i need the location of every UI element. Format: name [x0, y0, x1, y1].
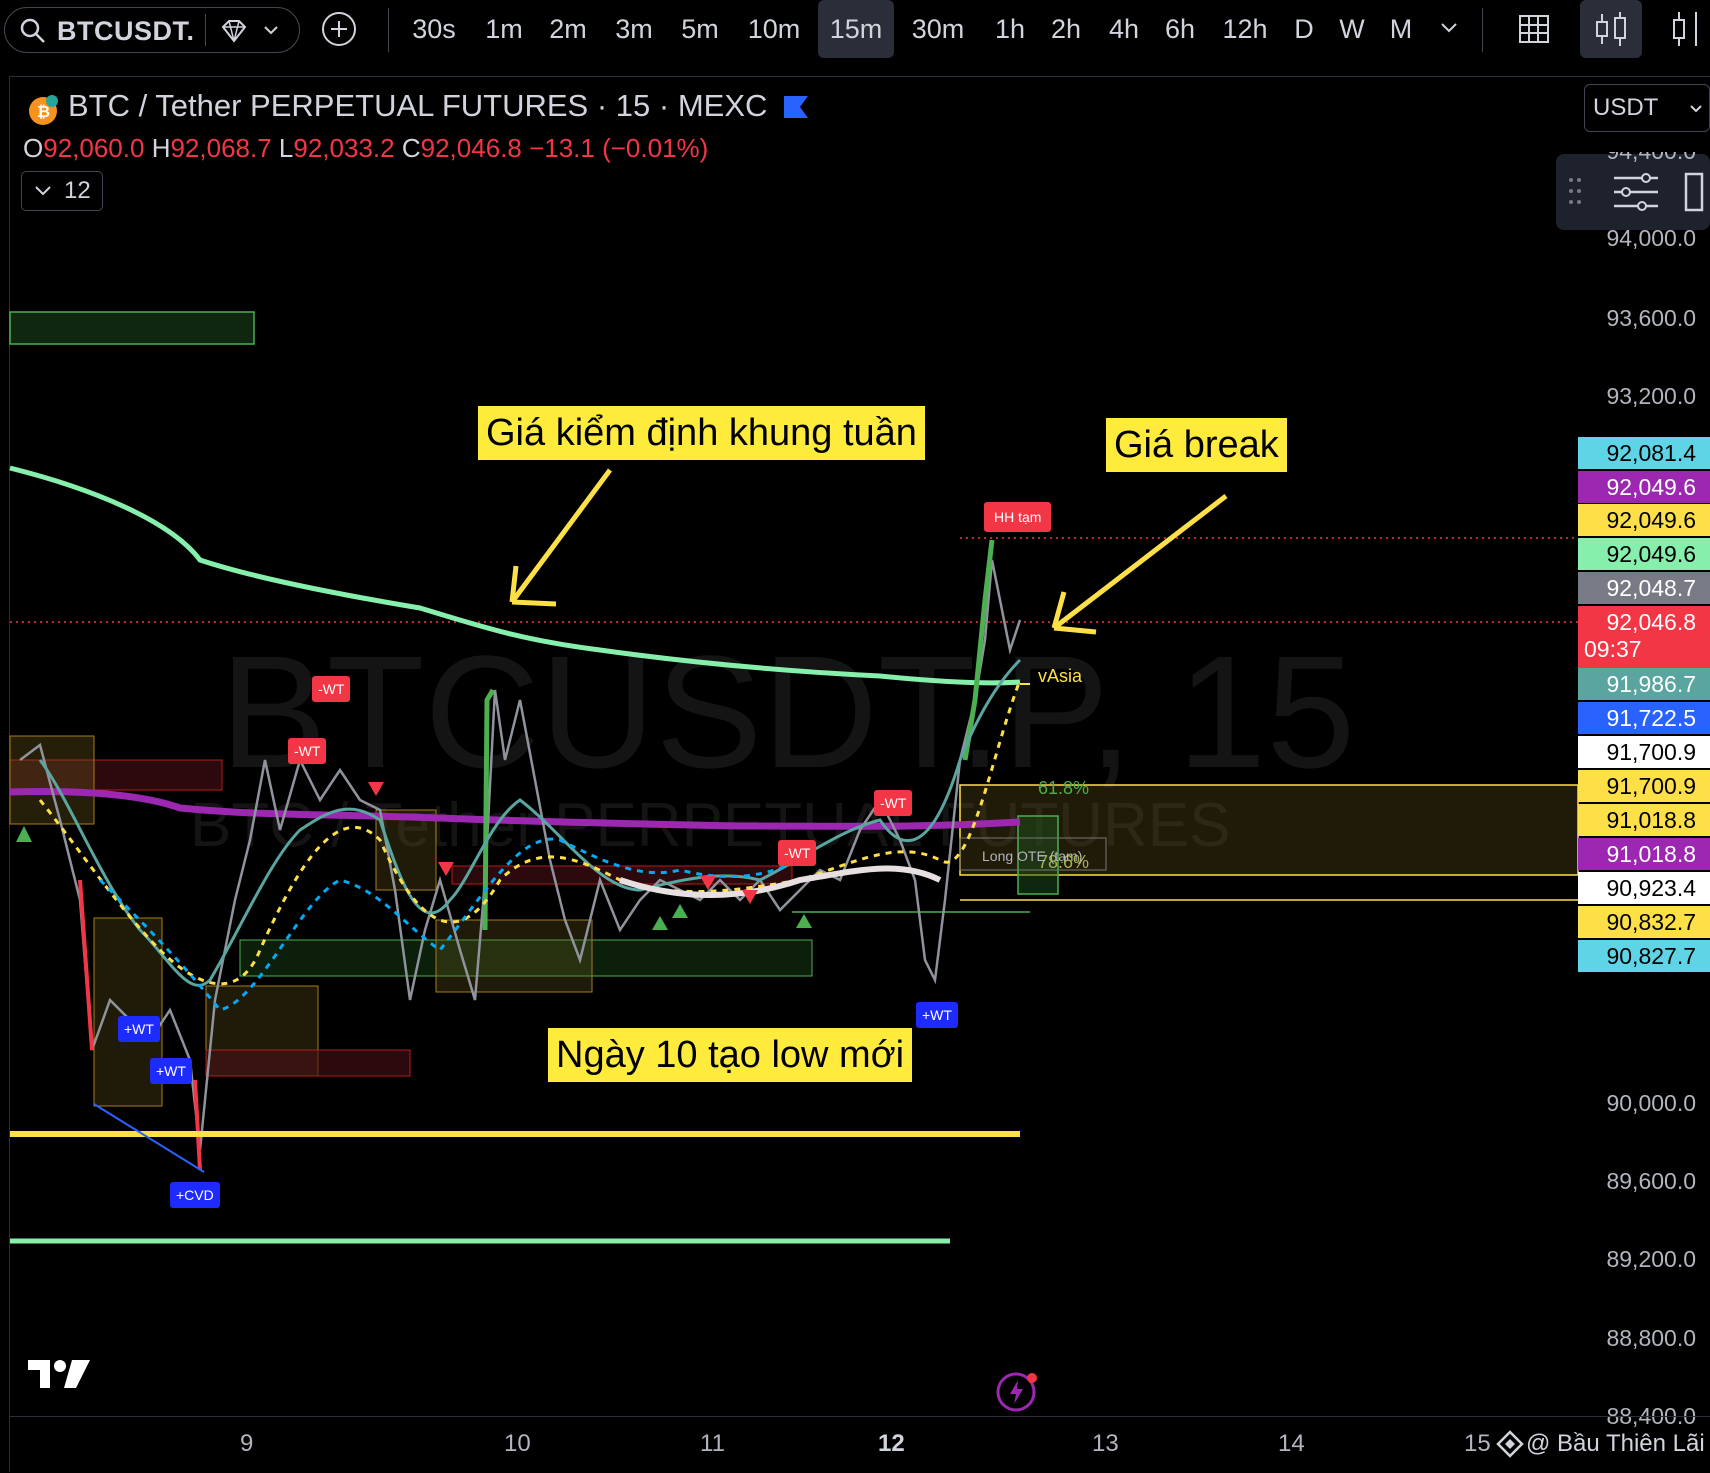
price-axis-label: 93,200.0 — [1606, 383, 1696, 409]
price-tag: 91,700.9 — [1578, 770, 1710, 802]
indicators-toggle-button[interactable]: 12 — [21, 171, 103, 211]
time-axis-label: 9 — [240, 1430, 254, 1457]
price-tag: 92,048.7 — [1578, 572, 1710, 604]
price-tag: 91,018.8 — [1578, 838, 1710, 870]
price-tag: 91,722.5 — [1578, 702, 1710, 734]
buy-triangle — [672, 904, 688, 918]
price-chart[interactable] — [0, 0, 1710, 1472]
countdown-label: 09:37 — [1584, 636, 1642, 662]
buy-triangle — [16, 826, 32, 842]
price-tag: 92,049.6 — [1578, 471, 1710, 503]
hh-label: HH tạm — [984, 502, 1052, 532]
time-axis-label: 12 — [878, 1430, 905, 1457]
binance-logo-icon — [1496, 1430, 1524, 1458]
high-value: 92,068.7 — [170, 133, 272, 163]
plus-wt-label: +WT — [118, 1016, 160, 1042]
price-axis-label: 90,000.0 — [1606, 1090, 1696, 1116]
long-ote-label: Long OTE (tạm) — [982, 848, 1083, 864]
price-tag: 92,081.4 — [1578, 437, 1710, 469]
sell-triangle — [368, 782, 384, 796]
buy-triangle — [796, 914, 812, 928]
chart-title: BTC / Tether PERPETUAL FUTURES · 15 · ME… — [68, 88, 768, 123]
plus-wt-label: +WT — [916, 1002, 958, 1028]
svg-text:₿: ₿ — [37, 103, 50, 121]
open-label: O — [23, 133, 44, 163]
open-value: 92,060.0 — [43, 133, 145, 163]
low-label: L — [278, 133, 294, 163]
close-label: C — [401, 133, 421, 163]
plus-cvd-label: +CVD — [170, 1182, 220, 1208]
time-axis-label: 10 — [504, 1430, 531, 1457]
bitcoin-logo-icon: ₿ — [29, 95, 58, 125]
price-axis-label: 93,600.0 — [1606, 305, 1696, 331]
trend-line — [93, 1103, 205, 1173]
price-axis-label: 89,600.0 — [1606, 1168, 1696, 1194]
time-axis-label: 14 — [1278, 1430, 1305, 1457]
flag-icon[interactable] — [782, 94, 810, 120]
chevron-down-icon — [35, 186, 51, 196]
price-tag: 90,832.7 — [1578, 906, 1710, 938]
change-value: −13.1 (−0.01%) — [529, 133, 709, 163]
plus-wt-label: +WT — [150, 1058, 192, 1084]
minus-wt-label: -WT — [312, 676, 351, 702]
price-tag: 90,827.7 — [1578, 940, 1710, 972]
annotation-arrow — [509, 468, 613, 604]
price-axis-label: 94,000.0 — [1606, 225, 1696, 251]
minus-wt-label: -WT — [874, 790, 913, 816]
lightning-icon[interactable] — [996, 1370, 1040, 1414]
buy-triangle — [652, 916, 668, 930]
price-tag: 91,986.7 — [1578, 668, 1710, 700]
annotation-weekly-test: Giá kiểm định khung tuần — [478, 406, 925, 460]
price-tag: 91,700.9 — [1578, 736, 1710, 768]
price-tag: 92,049.6 — [1578, 538, 1710, 570]
low-value: 92,033.2 — [293, 133, 395, 163]
indicators-count: 12 — [64, 177, 91, 204]
vwap-line — [9, 788, 1021, 830]
price-path-bull — [962, 539, 995, 761]
close-value: 92,046.8 — [420, 133, 522, 163]
annotation-break: Giá break — [1106, 418, 1287, 472]
price-axis-label: 89,200.0 — [1606, 1246, 1696, 1272]
price-axis-label: 88,800.0 — [1606, 1325, 1696, 1351]
price-tag: 92,049.6 — [1578, 504, 1710, 536]
time-axis[interactable] — [9, 1416, 1710, 1473]
time-axis-label: 15 — [1464, 1430, 1491, 1457]
price-axis-label: 94,400.0 — [1606, 138, 1696, 164]
demand-zone — [9, 311, 255, 345]
supply-zone — [205, 1049, 411, 1077]
time-axis-label: 11 — [700, 1430, 725, 1457]
annotation-new-low: Ngày 10 tạo low mới — [548, 1028, 913, 1082]
tradingview-logo-icon — [28, 1360, 90, 1388]
high-label: H — [151, 133, 171, 163]
annotation-arrow — [1052, 494, 1228, 630]
credit-text: @ Bầu Thiên Lãi — [1526, 1430, 1705, 1457]
fib-618-label: 61.8% — [1038, 778, 1090, 798]
price-tag: 90,923.4 — [1578, 872, 1710, 904]
price-tag: 91,018.8 — [1578, 804, 1710, 836]
minus-wt-label: -WT — [288, 738, 327, 764]
time-axis-label: 13 — [1092, 1430, 1119, 1457]
vasia-label: vAsia — [1038, 666, 1083, 686]
ohlc-legend: O92,060.0 H92,068.7 L92,033.2 C92,046.8 … — [23, 133, 708, 164]
minus-wt-label: -WT — [778, 840, 817, 866]
